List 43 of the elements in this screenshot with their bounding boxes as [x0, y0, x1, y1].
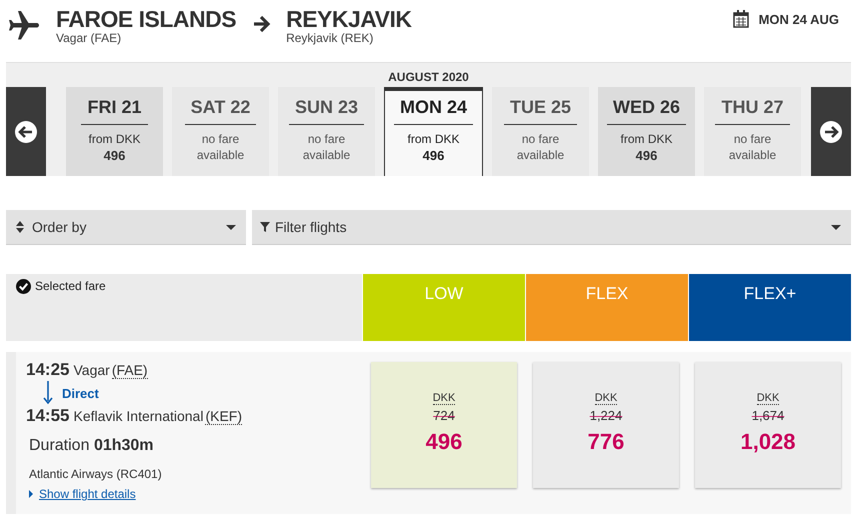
filter-icon [260, 222, 270, 232]
legend-label: Selected fare [35, 279, 106, 293]
fare-type-header: FLEX+ [689, 274, 851, 341]
airport-code: (KEF) [205, 408, 242, 425]
fare-type-header: LOW [363, 274, 525, 341]
day-tab[interactable]: TUE 25 no fare available [492, 87, 589, 176]
arrow-right-icon [252, 14, 272, 34]
day-tab[interactable]: THU 27 no fare available [704, 87, 801, 176]
previous-button[interactable] [6, 87, 46, 176]
arrival-airport: Keflavik International [73, 408, 204, 424]
caret-icon [226, 224, 236, 230]
duration-label: Duration [29, 437, 90, 454]
check-circle-icon [16, 279, 31, 294]
airport-code: (FAE) [112, 362, 148, 379]
order-by-dropdown[interactable]: Order by [6, 210, 246, 245]
filter-dropdown[interactable]: Filter flights [252, 210, 851, 245]
arrow-down-icon [43, 381, 53, 405]
origin-airport: Vagar (FAE) [56, 32, 122, 44]
origin-city: FAROE ISLANDS [56, 6, 236, 32]
carrier-label: Atlantic Airways (RC401) [28, 467, 163, 481]
month-label: AUGUST 2020 [387, 69, 470, 86]
selected-date: MON 24 AUG [758, 12, 839, 26]
caret-right-icon [29, 490, 33, 498]
day-tab[interactable]: MON 24 from DKK 496 [384, 87, 483, 176]
arrow-right-icon [819, 120, 843, 144]
day-tab[interactable]: FRI 21 from DKK 496 [66, 87, 163, 176]
destination-city: REYKJAVIK [286, 6, 412, 32]
duration-value: 01h30m [94, 437, 154, 454]
next-button[interactable] [811, 87, 851, 176]
sort-icon [16, 221, 24, 233]
day-tab[interactable]: WED 26 from DKK 496 [598, 87, 695, 176]
departure-airport: Vagar [73, 362, 110, 378]
destination-airport: Reykjavik (REK) [286, 32, 374, 44]
day-tab[interactable]: SUN 23 no fare available [278, 87, 375, 176]
arrival-time: 14:55 [26, 406, 70, 426]
caret-icon [831, 224, 841, 230]
fare-type-header: FLEX [526, 274, 688, 341]
calendar-icon [732, 10, 749, 28]
flight-details-link[interactable]: Show flight details [39, 487, 136, 501]
stops-label: Direct [62, 386, 99, 400]
arrow-left-icon [14, 120, 38, 144]
departure-time: 14:25 [26, 360, 70, 380]
day-tab[interactable]: SAT 22 no fare available [172, 87, 269, 176]
